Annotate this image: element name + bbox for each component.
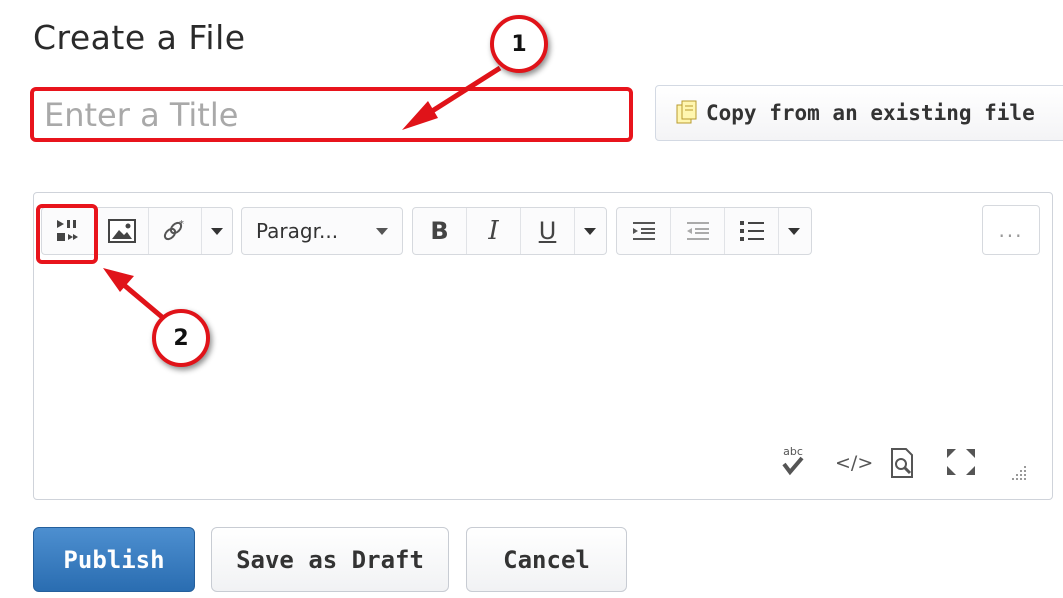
link-icon: * bbox=[160, 216, 190, 246]
format-select-value: Paragr... bbox=[256, 219, 339, 243]
text-style-dropdown-button[interactable] bbox=[575, 208, 605, 254]
text-style-toolbar-group: B I U bbox=[412, 207, 607, 255]
underline-icon: U bbox=[538, 217, 557, 245]
list-dropdown-button[interactable] bbox=[779, 208, 809, 254]
indent-button[interactable] bbox=[617, 208, 671, 254]
chevron-down-icon bbox=[211, 227, 224, 235]
chevron-down-icon bbox=[584, 227, 596, 235]
preview-button[interactable] bbox=[889, 447, 917, 479]
image-icon bbox=[107, 219, 136, 243]
bold-button[interactable]: B bbox=[413, 208, 467, 254]
bullet-list-icon bbox=[738, 219, 766, 243]
outdent-button[interactable] bbox=[671, 208, 725, 254]
title-input[interactable] bbox=[30, 87, 633, 142]
italic-icon: I bbox=[488, 216, 499, 246]
insert-quicklink-button[interactable]: * bbox=[149, 208, 203, 254]
spellcheck-button[interactable]: abc bbox=[780, 444, 806, 478]
italic-button[interactable]: I bbox=[467, 208, 521, 254]
spellcheck-icon: abc bbox=[782, 445, 804, 476]
insert-stuff-highlight bbox=[36, 204, 98, 264]
underline-button[interactable]: U bbox=[521, 208, 575, 254]
page-title: Create a File bbox=[33, 18, 246, 57]
source-code-icon: </> bbox=[835, 452, 874, 474]
preview-icon bbox=[891, 448, 913, 478]
save-as-draft-button[interactable]: Save as Draft bbox=[211, 527, 449, 592]
fullscreen-icon bbox=[947, 449, 975, 475]
insert-dropdown-button[interactable] bbox=[202, 208, 232, 254]
publish-button[interactable]: Publish bbox=[33, 527, 195, 592]
source-code-button[interactable]: </> bbox=[835, 452, 873, 474]
chevron-down-icon bbox=[376, 227, 388, 235]
copy-button-label: Copy from an existing file bbox=[706, 101, 1035, 125]
bold-icon: B bbox=[430, 217, 449, 245]
copy-document-icon bbox=[676, 100, 698, 126]
ellipsis-icon: ... bbox=[998, 218, 1024, 242]
step-1-marker: 1 bbox=[490, 15, 548, 73]
outdent-icon bbox=[685, 220, 711, 242]
insert-image-button[interactable] bbox=[95, 208, 149, 254]
paragraph-toolbar-group bbox=[616, 207, 812, 255]
more-actions-button[interactable]: ... bbox=[982, 205, 1040, 255]
fullscreen-button[interactable] bbox=[945, 447, 977, 477]
resize-grip-icon bbox=[1012, 466, 1026, 480]
copy-from-existing-file-button[interactable]: Copy from an existing file bbox=[655, 85, 1063, 141]
bullet-list-button[interactable] bbox=[725, 208, 779, 254]
indent-icon bbox=[631, 220, 657, 242]
cancel-button[interactable]: Cancel bbox=[466, 527, 627, 592]
chevron-down-icon bbox=[788, 227, 800, 235]
svg-text:*: * bbox=[179, 219, 184, 230]
svg-text:abc: abc bbox=[783, 445, 803, 458]
step-2-marker: 2 bbox=[152, 309, 210, 367]
resize-handle[interactable] bbox=[1012, 464, 1028, 480]
format-select[interactable]: Paragr... bbox=[241, 207, 403, 255]
